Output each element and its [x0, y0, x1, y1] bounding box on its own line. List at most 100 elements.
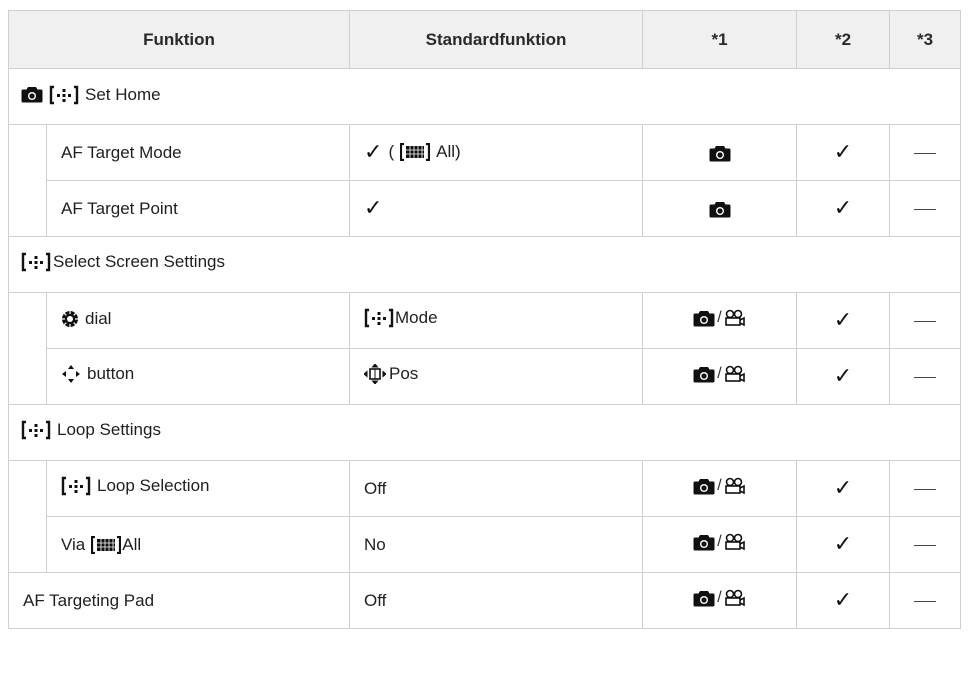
dial-icon — [62, 310, 78, 327]
table-row-button: button Pos / ✓ — [8, 348, 962, 405]
check-icon: ✓ — [833, 139, 853, 164]
dash-icon — [914, 544, 937, 546]
table-row-af-target-point: AF Target Point ✓ ✓ — [8, 180, 962, 237]
col2-cell: ✓ — [796, 348, 891, 405]
table-row-via-all: Via All No / ✓ — [8, 516, 962, 573]
indent-cell — [8, 124, 47, 181]
camera-video-icon: / — [693, 589, 745, 607]
col3-cell — [889, 460, 962, 517]
row-name-cell: Loop Selection — [45, 460, 351, 517]
dash-icon — [914, 376, 937, 378]
check-icon: ✓ — [833, 195, 853, 220]
indent-cell — [8, 348, 47, 405]
row-name: AF Targeting Pad — [7, 572, 351, 629]
check-icon: ✓ — [833, 363, 853, 388]
af-area-icon — [21, 420, 51, 440]
check-icon: ✓ — [833, 531, 853, 556]
col2-cell: ✓ — [796, 292, 891, 349]
check-icon: ✓ — [364, 195, 383, 220]
std-text: All) — [436, 142, 461, 161]
col3-cell — [889, 124, 962, 181]
dash-icon — [914, 208, 937, 210]
row-name: AF Target Point — [45, 180, 351, 237]
header-col2: *2 — [796, 10, 891, 69]
col2-cell: ✓ — [796, 516, 891, 573]
header-funktion: Funktion — [7, 10, 351, 69]
col2-cell: ✓ — [796, 572, 891, 629]
dash-icon — [914, 320, 937, 322]
row-name-cell: button — [45, 348, 351, 405]
af-area-icon — [364, 308, 394, 328]
row-name-cell: dial — [45, 292, 351, 349]
paren-open: ( — [388, 142, 395, 161]
section-title: Set Home — [7, 68, 962, 125]
col3-cell — [889, 180, 962, 237]
row-standard: Off — [349, 572, 644, 629]
row-name: dial — [85, 308, 112, 328]
col1-cell: / — [642, 572, 798, 629]
col1-cell: / — [642, 348, 798, 405]
row-standard: Mode — [349, 292, 644, 349]
header-col1: *1 — [642, 10, 798, 69]
camera-icon — [709, 201, 731, 218]
section-title-text: Set Home — [85, 84, 161, 104]
col1-cell: / — [642, 516, 798, 573]
check-icon: ✓ — [833, 307, 853, 332]
col2-cell: ✓ — [796, 460, 891, 517]
check-icon: ✓ — [364, 139, 383, 164]
header-row: Funktion Standardfunktion *1 *2 *3 — [7, 10, 962, 69]
camera-video-icon: / — [693, 477, 745, 495]
col1-cell: / — [642, 460, 798, 517]
col3-cell — [889, 348, 962, 405]
section-title-text: Loop Settings — [57, 420, 161, 439]
table-row-loop-selection: Loop Selection Off / ✓ — [8, 460, 962, 517]
col1-cell — [642, 180, 798, 237]
std-text: Mode — [395, 308, 438, 327]
dash-icon — [914, 152, 937, 154]
row-name-prefix: Via — [61, 534, 86, 554]
indent-cell — [8, 460, 47, 517]
af-area-icon — [49, 85, 79, 104]
row-standard: Pos — [349, 348, 644, 405]
indent-cell — [8, 180, 47, 237]
dash-icon — [914, 600, 937, 602]
row-name-cell: Via All — [45, 516, 351, 573]
row-standard: No — [349, 516, 644, 573]
table-row-dial: dial Mode / ✓ — [8, 292, 962, 349]
header-standardfunktion: Standardfunktion — [349, 10, 644, 69]
all-target-icon — [400, 143, 431, 161]
camera-video-icon: / — [693, 309, 745, 327]
row-name: button — [87, 364, 135, 383]
col1-cell — [642, 124, 798, 181]
row-standard: Off — [349, 460, 644, 517]
af-area-icon — [21, 252, 51, 272]
check-icon: ✓ — [833, 475, 853, 500]
indent-cell — [8, 516, 47, 573]
col3-cell — [889, 292, 962, 349]
row-standard: ✓ — [349, 180, 644, 237]
std-text: Pos — [389, 364, 419, 383]
section-title: Loop Settings — [7, 404, 962, 461]
header-col3: *3 — [889, 10, 962, 69]
arrow-pad-icon — [62, 365, 80, 383]
table-row-af-target-mode: AF Target Mode ✓ ( All) ✓ — [8, 124, 962, 181]
settings-table: Funktion Standardfunktion *1 *2 *3 Set H… — [7, 10, 962, 629]
col1-cell: / — [642, 292, 798, 349]
check-icon: ✓ — [833, 587, 853, 612]
col2-cell: ✓ — [796, 124, 891, 181]
col3-cell — [889, 516, 962, 573]
section-title: Select Screen Settings — [7, 236, 962, 293]
row-name: AF Target Mode — [45, 124, 351, 181]
col2-cell: ✓ — [796, 180, 891, 237]
all-target-icon — [91, 535, 122, 554]
dash-icon — [914, 488, 937, 490]
camera-icon — [709, 145, 731, 162]
section-row-loop-settings: Loop Settings — [7, 404, 962, 461]
section-row-set-home: Set Home — [7, 68, 962, 125]
row-standard: ✓ ( All) — [349, 124, 644, 181]
arrow-pad-small-icon — [364, 364, 387, 384]
table-row-af-targeting-pad: AF Targeting Pad Off / ✓ — [7, 572, 962, 629]
camera-icon — [21, 87, 43, 103]
af-area-icon — [61, 476, 91, 496]
camera-video-icon: / — [693, 533, 745, 551]
